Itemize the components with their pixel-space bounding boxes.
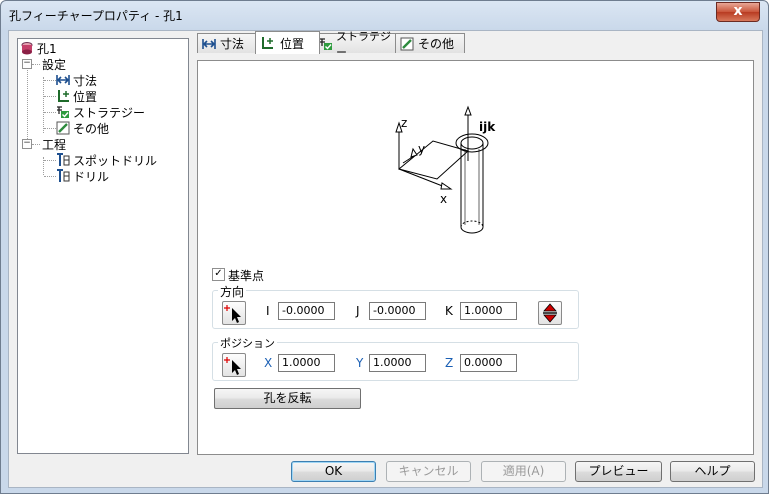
other-icon bbox=[56, 121, 70, 135]
strategy-icon bbox=[56, 105, 70, 119]
flip-hole-button[interactable]: 孔を反転 bbox=[214, 388, 361, 409]
drill-icon bbox=[56, 169, 70, 183]
apply-button[interactable]: 適用(A) bbox=[481, 461, 566, 482]
tree-item-spot-drill[interactable]: スポットドリル bbox=[56, 152, 157, 168]
position-panel: z y x ijk ✓ 基準点 方向 I -0.0000 J -0.0000 K… bbox=[197, 60, 754, 455]
spot-drill-icon bbox=[56, 153, 70, 167]
title-bar[interactable]: 孔フィーチャープロパティ - 孔1 x bbox=[1, 1, 768, 29]
position-y-field[interactable]: 1.0000 bbox=[369, 354, 426, 372]
process-collapse-toggle[interactable]: − bbox=[22, 139, 32, 149]
tree-spot-drill-label: スポットドリル bbox=[73, 153, 158, 168]
pick-direction-button[interactable] bbox=[222, 301, 246, 325]
direction-j-label: J bbox=[356, 304, 360, 318]
position-z-field[interactable]: 0.0000 bbox=[460, 354, 517, 372]
preview-button[interactable]: プレビュー bbox=[575, 461, 662, 482]
position-group-title: ポジション bbox=[218, 335, 277, 351]
direction-group-title: 方向 bbox=[218, 283, 247, 300]
flip-arrows-icon bbox=[543, 303, 557, 323]
position-x-label: X bbox=[264, 356, 273, 370]
dialog-body: 孔1 − 設定 寸法 位置 ストラテジー その他 − 工程 スポットドリル ドリ… bbox=[8, 30, 763, 488]
axis-x-label: x bbox=[440, 192, 447, 206]
tree-process-label: 工程 bbox=[42, 137, 67, 152]
tab-other[interactable]: その他 bbox=[395, 33, 465, 53]
tree-item-drill[interactable]: ドリル bbox=[56, 168, 109, 184]
tab-dimension[interactable]: 寸法 bbox=[197, 33, 258, 53]
ok-button[interactable]: OK bbox=[291, 461, 376, 482]
axis-z-label: z bbox=[401, 116, 407, 130]
help-button[interactable]: ヘルプ bbox=[670, 461, 755, 482]
tree-item-other[interactable]: その他 bbox=[56, 120, 109, 136]
other-icon bbox=[400, 37, 414, 51]
strategy-icon bbox=[319, 37, 333, 51]
direction-i-field[interactable]: -0.0000 bbox=[278, 302, 335, 320]
tab-dimension-label: 寸法 bbox=[220, 37, 245, 51]
tab-strategy[interactable]: ストラテジー bbox=[314, 30, 401, 59]
tree-item-dimension[interactable]: 寸法 bbox=[56, 72, 97, 88]
tab-position[interactable]: 位置 bbox=[255, 31, 320, 54]
tab-position-label: 位置 bbox=[280, 36, 305, 51]
tab-other-label: その他 bbox=[418, 37, 455, 51]
reference-point-label: 基準点 bbox=[228, 269, 265, 283]
position-z-label: Z bbox=[445, 356, 454, 370]
position-x-field[interactable]: 1.0000 bbox=[278, 354, 335, 372]
tree-position-label: 位置 bbox=[73, 89, 98, 104]
window-title: 孔フィーチャープロパティ - 孔1 bbox=[9, 9, 183, 23]
direction-j-field[interactable]: -0.0000 bbox=[369, 302, 426, 320]
dimension-icon bbox=[56, 73, 70, 87]
tree-root-label: 孔1 bbox=[37, 41, 57, 56]
tree-item-process[interactable]: 工程 bbox=[42, 136, 66, 152]
position-icon bbox=[260, 36, 274, 50]
axis-y-label: y bbox=[418, 142, 425, 156]
ijk-label: ijk bbox=[479, 120, 496, 134]
tree-settings-label: 設定 bbox=[42, 57, 67, 72]
dialog-window: 孔フィーチャープロパティ - 孔1 x 孔1 − 設定 寸法 位置 ストラテジー… bbox=[0, 0, 769, 494]
tree-strategy-label: ストラテジー bbox=[73, 105, 146, 120]
close-button[interactable]: x bbox=[716, 2, 760, 22]
tree-other-label: その他 bbox=[73, 121, 110, 136]
hole-feature-icon bbox=[20, 41, 34, 55]
feature-tree[interactable]: 孔1 − 設定 寸法 位置 ストラテジー その他 − 工程 スポットドリル ドリ… bbox=[17, 38, 189, 454]
pick-position-button[interactable] bbox=[222, 353, 246, 377]
tree-dimension-label: 寸法 bbox=[73, 73, 98, 88]
tree-item-position[interactable]: 位置 bbox=[56, 88, 97, 104]
tab-strategy-label: ストラテジー bbox=[336, 29, 391, 59]
tree-drill-label: ドリル bbox=[73, 169, 110, 184]
reference-point-checkbox[interactable]: ✓ bbox=[212, 268, 225, 281]
direction-k-field[interactable]: 1.0000 bbox=[460, 302, 517, 320]
hole-axis-diagram: z y x ijk bbox=[395, 105, 496, 234]
settings-collapse-toggle[interactable]: − bbox=[22, 59, 32, 69]
tree-item-root[interactable]: 孔1 bbox=[20, 40, 57, 56]
position-icon bbox=[56, 89, 70, 103]
cancel-button[interactable]: キャンセル bbox=[386, 461, 471, 482]
tree-item-settings[interactable]: 設定 bbox=[42, 56, 66, 72]
pick-cursor-icon bbox=[224, 305, 241, 323]
dimension-icon bbox=[202, 37, 216, 51]
reverse-direction-button[interactable] bbox=[538, 301, 562, 325]
pick-cursor-icon bbox=[224, 357, 241, 375]
direction-i-label: I bbox=[266, 304, 270, 318]
direction-k-label: K bbox=[445, 304, 453, 318]
tree-item-strategy[interactable]: ストラテジー bbox=[56, 104, 145, 120]
position-y-label: Y bbox=[356, 356, 364, 370]
